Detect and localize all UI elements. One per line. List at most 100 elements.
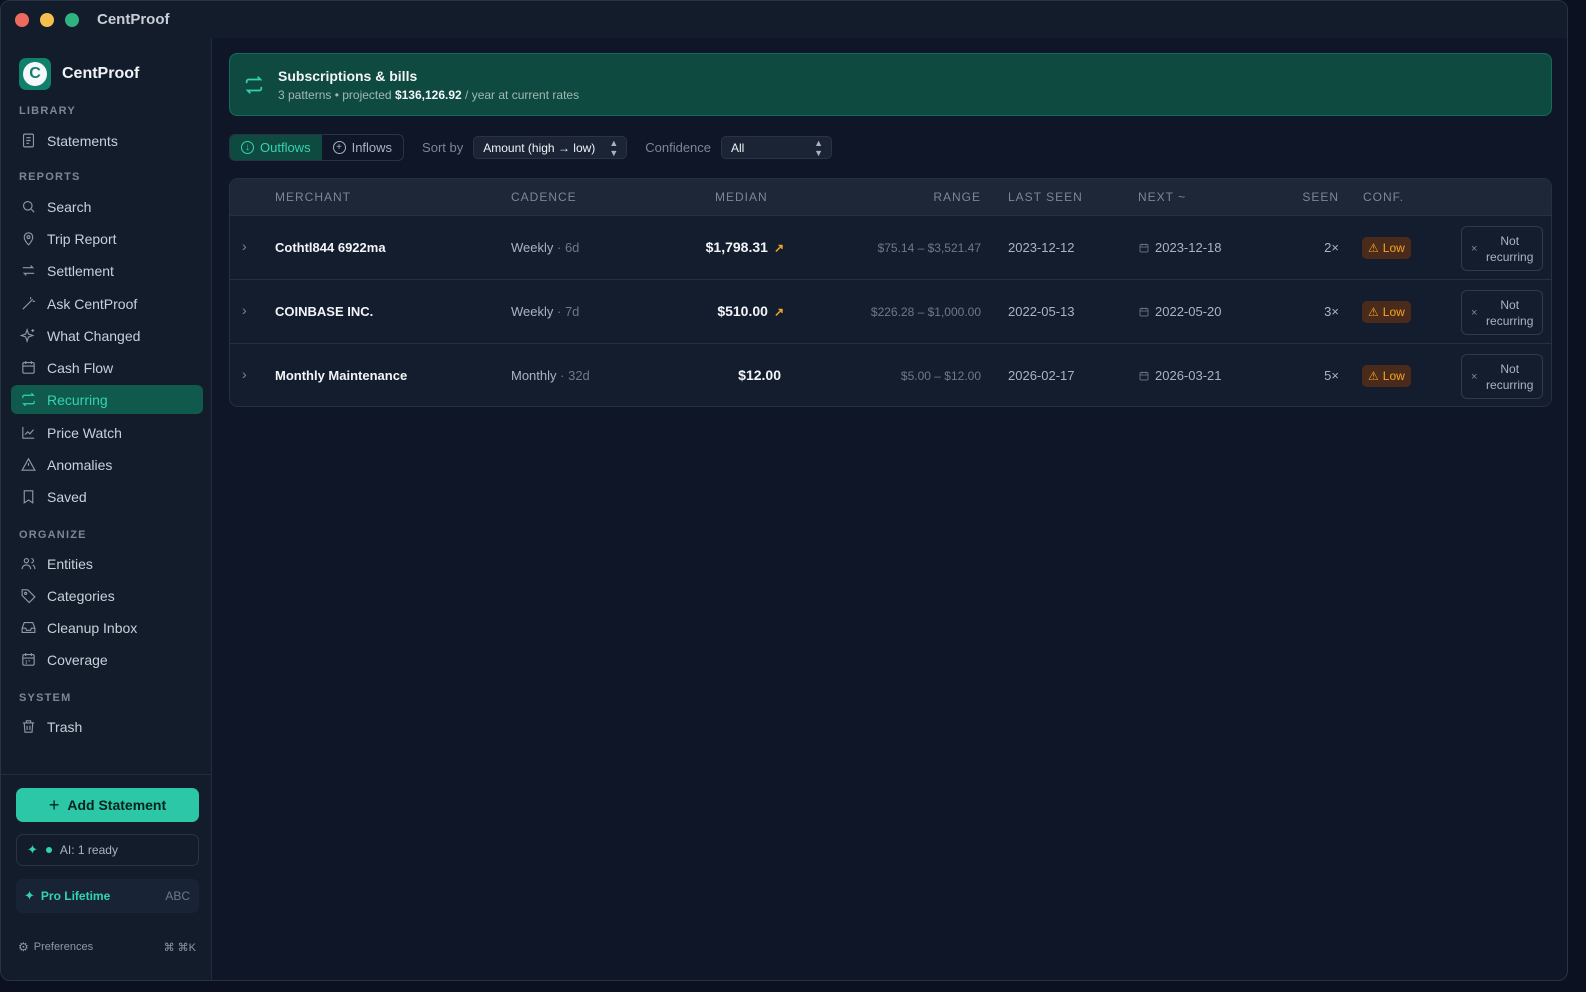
- sidebar-item-settlement[interactable]: Settlement: [11, 256, 203, 285]
- sidebar-item-price-watch[interactable]: Price Watch: [11, 418, 203, 447]
- flow-toggle: ↓ Outflows + Inflows: [229, 134, 405, 161]
- plan-label: Pro Lifetime: [40, 889, 111, 903]
- plus-icon: +: [48, 794, 60, 815]
- calendar-icon: [1139, 307, 1149, 316]
- header-merchant[interactable]: MERCHANT: [275, 190, 351, 204]
- ai-status[interactable]: ✦ AI: 1 ready: [16, 834, 199, 866]
- table-header: MERCHANT CADENCE MEDIAN RANGE LAST SEEN …: [230, 179, 1551, 215]
- sidebar-item-search[interactable]: Search: [11, 192, 203, 221]
- map-pin-icon: [19, 230, 37, 248]
- section-label-library: LIBRARY: [19, 105, 76, 117]
- arrow-down-circle-icon: ↓: [241, 141, 254, 154]
- brand: C CentProof: [19, 58, 139, 90]
- warning-icon: ⚠: [1368, 305, 1379, 319]
- sidebar-item-statements[interactable]: Statements: [11, 126, 203, 155]
- merchant-name: Cothtl844 6922ma: [275, 240, 386, 255]
- preferences-label: Preferences: [33, 941, 94, 953]
- sidebar-item-label: Coverage: [47, 651, 108, 668]
- sidebar-item-entities[interactable]: Entities: [11, 549, 203, 578]
- confidence-select[interactable]: All ▲ ▼: [721, 136, 833, 159]
- sidebar-item-cleanup-inbox[interactable]: Cleanup Inbox: [11, 613, 203, 642]
- title-bar: CentProof: [1, 1, 1567, 38]
- seen-count: 5×: [1324, 368, 1339, 383]
- sidebar-item-what-changed[interactable]: What Changed: [11, 321, 203, 350]
- last-seen-date: 2026-02-17: [1008, 368, 1075, 383]
- plan-badge[interactable]: ✦ Pro Lifetime ABC: [16, 879, 199, 913]
- close-icon: ×: [1471, 306, 1478, 319]
- filter-toolbar: ↓ Outflows + Inflows Sort by Amount (hig…: [229, 134, 833, 161]
- last-seen-date: 2023-12-12: [1008, 240, 1075, 255]
- sort-select[interactable]: Amount (high → low) ▲ ▼: [473, 136, 628, 159]
- zoom-window-button[interactable]: [65, 12, 79, 27]
- header-median[interactable]: MEDIAN: [715, 190, 768, 204]
- confidence-badge: ⚠ Low: [1362, 365, 1411, 387]
- table-row[interactable]: › Monthly Maintenance Monthly · 32d $12.…: [230, 343, 1551, 406]
- close-icon: ×: [1471, 242, 1478, 255]
- trending-up-icon: ↗: [773, 241, 784, 255]
- arrows-exchange-icon: [19, 262, 37, 280]
- close-window-button[interactable]: [15, 12, 29, 27]
- header-cadence[interactable]: CADENCE: [511, 190, 577, 204]
- header-range[interactable]: RANGE: [933, 190, 981, 204]
- subscriptions-banner: Subscriptions & bills 3 patterns • proje…: [229, 53, 1552, 116]
- sidebar-item-label: Categories: [47, 587, 115, 604]
- warning-icon: ⚠: [1368, 369, 1379, 383]
- header-last-seen[interactable]: LAST SEEN: [1008, 190, 1083, 204]
- last-seen-date: 2022-05-13: [1008, 304, 1075, 319]
- sidebar-item-label: Statements: [47, 132, 118, 149]
- not-recurring-button[interactable]: × Not recurring: [1461, 226, 1543, 271]
- magic-wand-icon: [19, 295, 37, 313]
- sparkle-icon: ✦: [24, 888, 35, 903]
- sidebar-item-label: Price Watch: [47, 424, 122, 441]
- bookmark-icon: [19, 488, 37, 506]
- warning-icon: [19, 456, 37, 474]
- chevron-updown-icon: ▲ ▼: [609, 137, 619, 158]
- not-recurring-button[interactable]: × Not recurring: [1461, 290, 1543, 335]
- sidebar-item-ask-centproof[interactable]: Ask CentProof: [11, 289, 203, 318]
- trending-up-icon: ↗: [773, 305, 784, 319]
- sidebar-item-categories[interactable]: Categories: [11, 581, 203, 610]
- seen-count: 3×: [1324, 304, 1339, 319]
- calendar-icon: [19, 359, 37, 377]
- header-next[interactable]: NEXT ~: [1138, 190, 1186, 204]
- sidebar-item-label: Saved: [47, 488, 87, 505]
- table-row[interactable]: › Cothtl844 6922ma Weekly · 6d $1,798.31…: [230, 215, 1551, 279]
- sidebar-item-trip-report[interactable]: Trip Report: [11, 224, 203, 253]
- outflows-tab[interactable]: ↓ Outflows: [230, 135, 322, 160]
- calendar-icon: [1139, 243, 1149, 252]
- sidebar-item-label: Search: [47, 198, 92, 215]
- sidebar-item-label: What Changed: [47, 327, 141, 344]
- close-icon: ×: [1471, 370, 1478, 383]
- chevron-right-icon[interactable]: ›: [242, 238, 247, 254]
- median-amount: $1,798.31 ↗: [705, 239, 784, 255]
- not-recurring-button[interactable]: × Not recurring: [1461, 354, 1543, 399]
- median-amount: $12.00: [738, 367, 781, 383]
- preferences-link[interactable]: ⚙ Preferences ⌘ ⌘K: [18, 940, 196, 954]
- tag-icon: [19, 587, 37, 605]
- header-conf[interactable]: CONF.: [1363, 190, 1404, 204]
- inflows-tab[interactable]: + Inflows: [322, 135, 403, 160]
- confidence-label: Confidence: [645, 140, 712, 155]
- sidebar-item-trash[interactable]: Trash: [11, 712, 203, 741]
- sidebar-item-recurring[interactable]: Recurring: [11, 385, 203, 414]
- banner-subtitle: 3 patterns • projected $136,126.92 / yea…: [278, 87, 580, 102]
- table-row[interactable]: › COINBASE INC. Weekly · 7d $510.00 ↗ $22…: [230, 279, 1551, 343]
- header-seen[interactable]: SEEN: [1302, 190, 1339, 204]
- minimize-window-button[interactable]: [40, 12, 54, 27]
- add-statement-button[interactable]: + Add Statement: [16, 788, 199, 822]
- brand-name: CentProof: [62, 65, 140, 82]
- sidebar-item-saved[interactable]: Saved: [11, 482, 203, 511]
- sparkle-icon: ✦: [27, 842, 38, 857]
- chevron-right-icon[interactable]: ›: [242, 366, 247, 382]
- arrow-up-circle-icon: +: [332, 141, 346, 154]
- confidence-badge: ⚠ Low: [1362, 301, 1411, 323]
- chevron-right-icon[interactable]: ›: [242, 302, 247, 318]
- sidebar-item-label: Cleanup Inbox: [47, 619, 138, 636]
- search-icon: [19, 198, 37, 216]
- median-amount: $510.00 ↗: [717, 303, 784, 319]
- sidebar-item-coverage[interactable]: Coverage: [11, 645, 203, 674]
- seen-count: 2×: [1324, 240, 1339, 255]
- sidebar-item-anomalies[interactable]: Anomalies: [11, 450, 203, 479]
- recurring-table: MERCHANT CADENCE MEDIAN RANGE LAST SEEN …: [229, 178, 1552, 407]
- sidebar-item-cash-flow[interactable]: Cash Flow: [11, 353, 203, 382]
